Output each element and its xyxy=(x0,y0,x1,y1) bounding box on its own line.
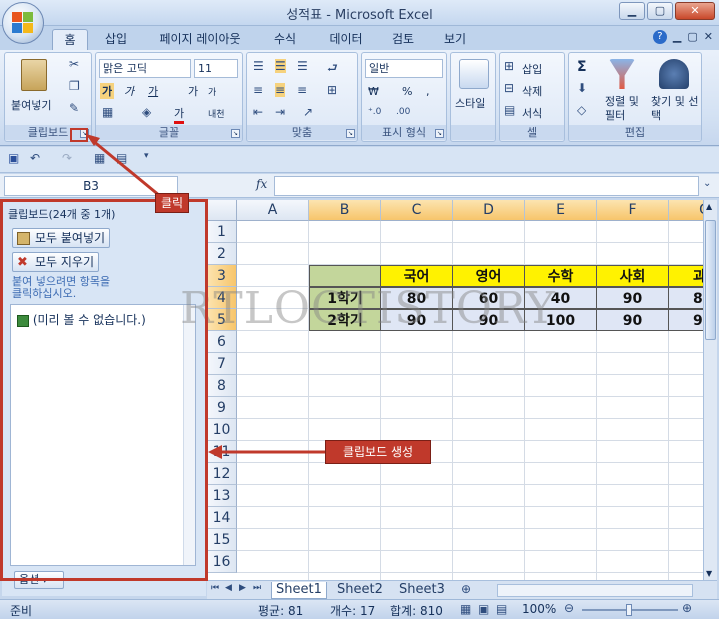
click-arrow xyxy=(91,138,161,198)
click-callout: 클릭 xyxy=(155,193,189,213)
created-arrowhead xyxy=(208,445,222,459)
clipboard-created-callout: 클립보드 생성 xyxy=(325,440,431,464)
office-button[interactable] xyxy=(2,2,44,44)
annotation-arrows xyxy=(86,134,326,459)
office-logo-icon xyxy=(12,12,34,34)
